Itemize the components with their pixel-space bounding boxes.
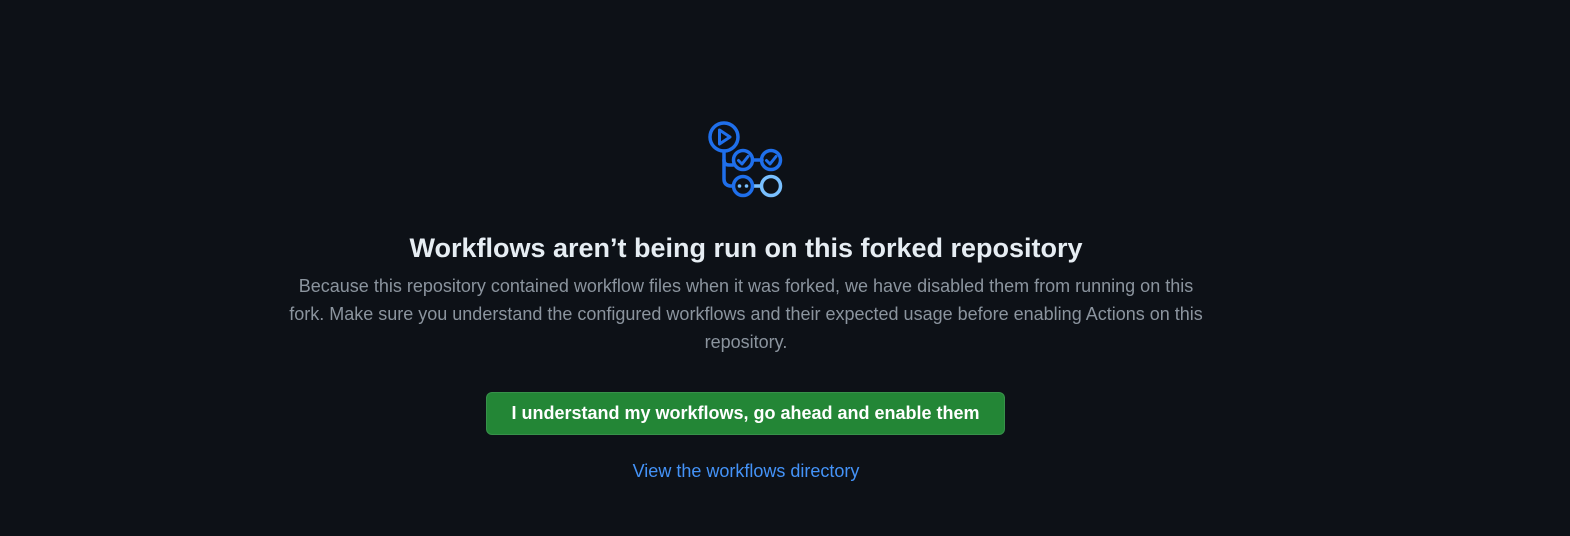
view-workflows-directory-link[interactable]: View the workflows directory	[0, 459, 1492, 483]
actions-page: Workflows aren’t being run on this forke…	[0, 0, 1570, 536]
page-title: Workflows aren’t being run on this forke…	[409, 233, 1083, 263]
blankslate-description: Because this repository contained workfl…	[289, 276, 1203, 352]
workflow-icon	[708, 121, 783, 198]
enable-workflows-button[interactable]: I understand my workflows, go ahead and …	[486, 392, 1005, 435]
